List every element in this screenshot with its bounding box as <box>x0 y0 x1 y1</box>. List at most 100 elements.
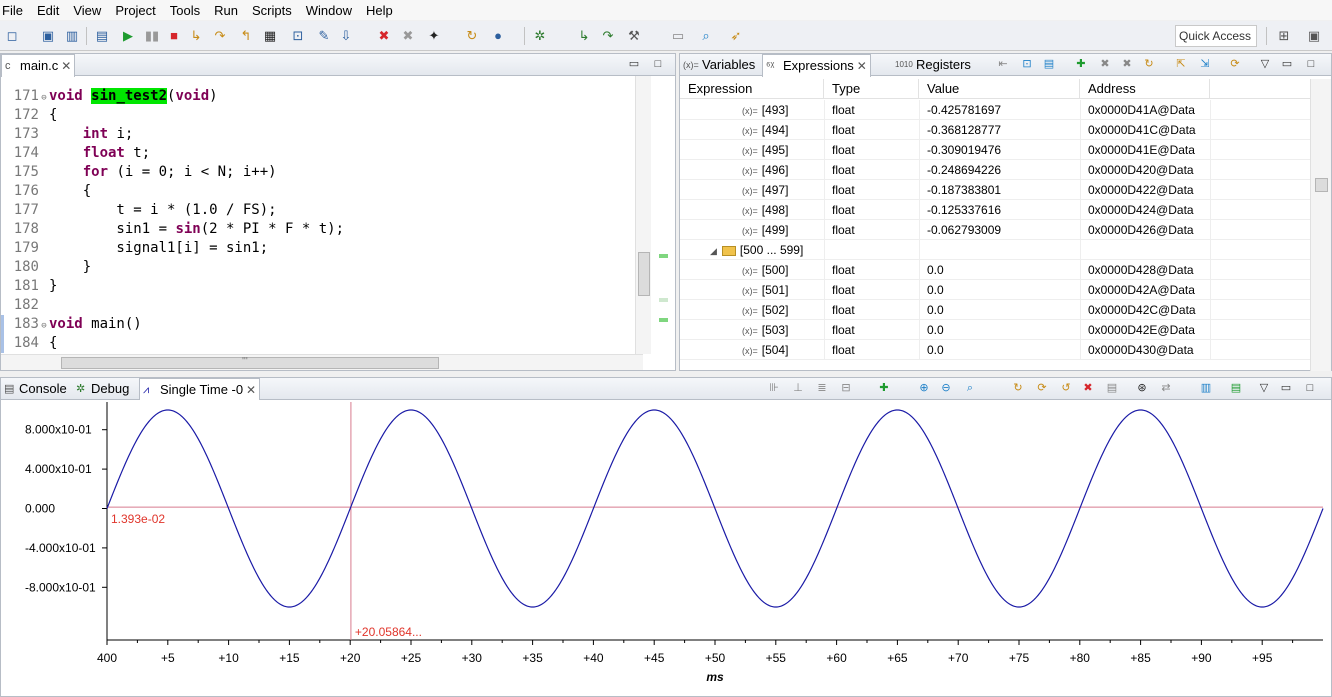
expressions-vertical-scrollbar[interactable] <box>1310 79 1331 371</box>
bug-icon[interactable]: ✲ <box>532 28 548 44</box>
zoom-fit-icon[interactable]: ⌕ <box>963 381 977 395</box>
code-line[interactable]: 180 } <box>1 258 91 277</box>
terminate-icon[interactable]: ■ <box>166 28 182 44</box>
scale-icon[interactable]: ⊟ <box>839 381 853 395</box>
expression-row[interactable]: (x)= [496] float -0.248694226 0x0000D420@Dat… <box>680 160 1310 180</box>
align-icon[interactable]: ≣ <box>815 381 829 395</box>
quick-access-input[interactable]: Quick Access <box>1175 25 1257 47</box>
add-expression-icon[interactable]: ✚ <box>1074 57 1088 71</box>
run-to-icon[interactable]: ↷ <box>600 28 616 44</box>
time-graph[interactable]: 1.2008.000x10-014.000x10-010.000-4.000x1… <box>1 400 1331 696</box>
tab-main-c[interactable]: c main.c ✕ <box>1 54 76 77</box>
expression-row[interactable]: (x)= [493] float -0.425781697 0x0000D41A@Dat… <box>680 100 1310 120</box>
code-line[interactable]: 175 for (i = 0; i < N; i++) <box>1 163 277 182</box>
expression-row[interactable]: (x)= [495] float -0.309019476 0x0000D41E@Dat… <box>680 140 1310 160</box>
view-menu-icon[interactable]: ▽ <box>1258 57 1272 71</box>
export-icon[interactable]: ▤ <box>1105 381 1119 395</box>
tab-expressions[interactable]: ⁶ᵡ Expressions ✕ <box>762 54 871 77</box>
properties-icon[interactable]: ⇄ <box>1159 381 1173 395</box>
step-into-icon[interactable]: ↳ <box>188 28 204 44</box>
zoom-in-icon[interactable]: ⊕ <box>917 381 931 395</box>
minimize-icon[interactable]: ▭ <box>1279 381 1293 395</box>
tab-registers[interactable]: 1010 Registers <box>892 54 987 76</box>
save-all-icon[interactable]: ▥ <box>64 28 80 44</box>
expand-toggle-icon[interactable]: ◢ <box>710 246 717 256</box>
resume-icon[interactable]: ▶ <box>120 28 136 44</box>
minimize-icon[interactable]: ▭ <box>627 57 641 71</box>
launch-icon[interactable]: ➶ <box>728 28 744 44</box>
expression-row[interactable]: (x)= [501] float 0.0 0x0000D42A@Data <box>680 280 1310 300</box>
menu-run[interactable]: Run <box>214 3 238 18</box>
value-cell[interactable]: -0.309019476 <box>927 140 1001 160</box>
hammer-icon[interactable]: ⚒ <box>626 28 642 44</box>
reset-icon[interactable]: ✖ <box>1081 381 1095 395</box>
menu-window[interactable]: Window <box>306 3 352 18</box>
expression-row[interactable]: (x)= [503] float 0.0 0x0000D42E@Data <box>680 320 1310 340</box>
step-icon[interactable]: ↳ <box>576 28 592 44</box>
code-line[interactable]: 183 ⊖ void main() <box>1 315 142 334</box>
tab-debug[interactable]: ✲ Debug <box>73 378 145 400</box>
new-file-icon[interactable]: ◻ <box>4 28 20 44</box>
sync-icon[interactable]: ↺ <box>1059 381 1073 395</box>
code-line[interactable]: 184 { <box>1 334 58 353</box>
layout-icon[interactable]: ▤ <box>1042 57 1056 71</box>
debug-view-icon[interactable]: ▤ <box>94 28 110 44</box>
display-icon[interactable]: ▥ <box>1199 381 1213 395</box>
value-cell[interactable]: 0.0 <box>927 260 944 280</box>
code-line[interactable]: 182 <box>1 296 49 315</box>
continuous-refresh-icon[interactable]: ⟳ <box>1035 381 1049 395</box>
menu-scripts[interactable]: Scripts <box>252 3 292 18</box>
remove-all-icon[interactable]: ✖ <box>1120 57 1134 71</box>
new-window-icon[interactable]: ⇱ <box>1174 57 1188 71</box>
close-icon[interactable]: ✕ <box>857 55 867 77</box>
refresh-icon[interactable]: ↻ <box>1142 57 1156 71</box>
value-cell[interactable]: -0.248694226 <box>927 160 1001 180</box>
code-area[interactable]: 171 ⊖ void sin_test2(void) 172{173 int i; 17… <box>1 76 643 354</box>
expression-row[interactable]: (x)= [494] float -0.368128777 0x0000D41C@Dat… <box>680 120 1310 140</box>
clipboard-icon[interactable]: ▭ <box>670 28 686 44</box>
menu-view[interactable]: View <box>73 3 101 18</box>
memory-grid-icon[interactable]: ▦ <box>262 28 278 44</box>
code-line[interactable]: 178 sin1 = sin(2 * PI * F * t); <box>1 220 344 239</box>
expression-row[interactable]: (x)= [502] float 0.0 0x0000D42C@Data <box>680 300 1310 320</box>
value-cell[interactable]: -0.187383801 <box>927 180 1001 200</box>
step-over-icon[interactable]: ↷ <box>212 28 228 44</box>
editor-horizontal-scrollbar[interactable]: ''' <box>1 354 643 370</box>
split-icon[interactable]: ⊥ <box>791 381 805 395</box>
tab-variables[interactable]: (x)= Variables <box>680 54 771 76</box>
add-trace-icon[interactable]: ✚ <box>877 381 891 395</box>
breakpoint-icon[interactable]: ✖ <box>376 28 392 44</box>
remove-icon[interactable]: ✖ <box>1098 57 1112 71</box>
export-icon[interactable]: ⇲ <box>1198 57 1212 71</box>
save-data-icon[interactable]: ▤ <box>1229 381 1243 395</box>
maximize-icon[interactable]: □ <box>1304 57 1318 71</box>
code-line[interactable]: 176 { <box>1 182 91 201</box>
column-type[interactable]: Type <box>824 79 919 99</box>
suspend-icon[interactable]: ▮▮ <box>144 28 160 44</box>
search-icon[interactable]: ⌕ <box>698 28 714 44</box>
open-perspective-icon[interactable]: ⊞ <box>1276 28 1292 44</box>
remove-breakpoints-icon[interactable]: ✖ <box>400 28 416 44</box>
columns-icon[interactable]: ⊪ <box>767 381 781 395</box>
load-program-icon[interactable]: ⇩ <box>338 28 354 44</box>
menu-tools[interactable]: Tools <box>170 3 200 18</box>
code-line[interactable]: 177 t = i * (1.0 / FS); <box>1 201 277 220</box>
refresh-icon[interactable]: ↻ <box>464 28 480 44</box>
column-address[interactable]: Address <box>1080 79 1210 99</box>
continuous-refresh-icon[interactable]: ⟳ <box>1228 57 1242 71</box>
value-cell[interactable]: 0.0 <box>927 280 944 300</box>
binoculars-icon[interactable]: ⊛ <box>1135 381 1149 395</box>
connect-target-icon[interactable]: ⊡ <box>290 28 306 44</box>
build-icon[interactable]: ✦ <box>426 28 442 44</box>
code-line[interactable]: 172 { <box>1 106 58 125</box>
tools-icon[interactable]: ✎ <box>316 28 332 44</box>
code-line[interactable]: 181} <box>1 277 58 296</box>
expression-group-row[interactable]: ◢ [500 ... 599] <box>680 240 1310 260</box>
code-line[interactable]: 179 signal1[i] = sin1; <box>1 239 268 258</box>
scroll-thumb[interactable]: ''' <box>61 356 439 369</box>
minimize-icon[interactable]: ▭ <box>1280 57 1294 71</box>
view-menu-icon[interactable]: ▽ <box>1257 381 1271 395</box>
menu-file[interactable]: File <box>2 3 23 18</box>
value-cell[interactable]: 0.0 <box>927 300 944 320</box>
perspective-icon[interactable]: ▣ <box>1306 28 1322 44</box>
